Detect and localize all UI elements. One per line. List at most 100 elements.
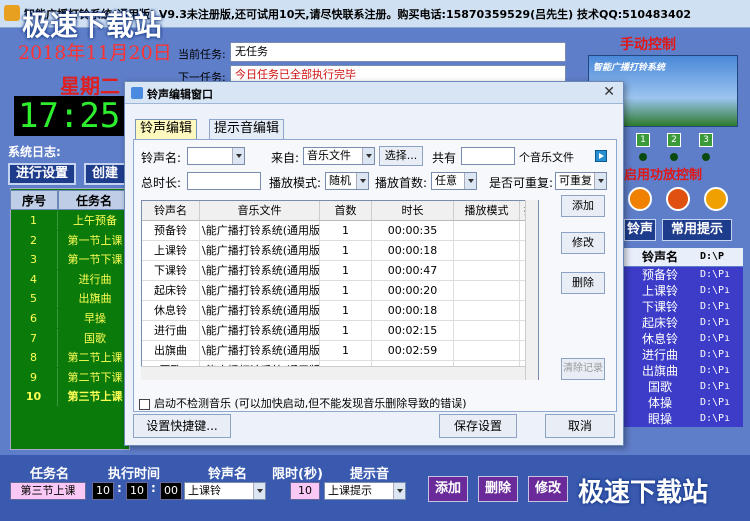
grid-row[interactable]: 起床铃\能广播打铃系统(通用版)\音100:00:20: [142, 281, 538, 301]
grid-row[interactable]: 出旗曲\能广播打铃系统(通用版)\音100:02:59: [142, 341, 538, 361]
tab-common-prompt[interactable]: 常用提示: [662, 219, 732, 241]
repeat-value: 可重复: [559, 174, 592, 187]
watermark-bottom: 极速下载站: [578, 478, 709, 508]
time-sep-1: :: [117, 481, 122, 495]
channel-check-3[interactable]: 3: [699, 133, 713, 147]
right-item-path: D:\Pı: [700, 317, 731, 328]
schedule-row-name: 早操: [84, 312, 106, 325]
chevron-down-icon: [362, 148, 374, 164]
pause-button[interactable]: [628, 187, 652, 211]
schedule-row[interactable]: 1 上午预备: [10, 211, 130, 230]
dialog-clear-button[interactable]: 清除记录: [561, 358, 605, 380]
grid-cell-count: 1: [320, 281, 372, 301]
grid-cell-mode: [454, 281, 520, 301]
dialog-delete-button[interactable]: 删除: [561, 272, 605, 294]
grid-cell-duration: 00:00:18: [372, 301, 454, 321]
right-list-item[interactable]: 下课铃 D:\Pı: [624, 299, 743, 315]
right-item-name: 出旗曲: [641, 364, 678, 378]
right-list-item[interactable]: 上课铃 D:\Pı: [624, 283, 743, 299]
skip-check-checkbox[interactable]: [139, 398, 150, 410]
current-task-label: 当前任务:: [178, 48, 226, 61]
grid-cell-file: \能广播打铃系统(通用版)\音: [200, 261, 320, 281]
grid-row[interactable]: 下课铃\能广播打铃系统(通用版)\音100:00:47: [142, 261, 538, 281]
schedule-row-no: 3: [10, 250, 58, 270]
minute-input[interactable]: 10: [126, 482, 148, 500]
duration-field[interactable]: [187, 172, 261, 190]
schedule-row-name: 第一节下课: [67, 253, 123, 267]
ring-edit-dialog: 铃声编辑窗口 ✕ 铃声编辑 提示音编辑 铃声名: 来自: 音乐文件 选择... …: [124, 81, 624, 446]
right-list-item[interactable]: 预备铃 D:\Pı: [624, 267, 743, 283]
right-item-path: D:\Pı: [700, 397, 731, 408]
source-select[interactable]: 音乐文件: [303, 147, 375, 165]
create-button[interactable]: 创建: [84, 163, 126, 185]
limit-input[interactable]: 10: [290, 482, 320, 500]
bottom-edit-button[interactable]: 修改: [528, 476, 568, 502]
ring-grid: 铃声名 音乐文件 首数 时长 播放模式 播放 预备铃\能广播打铃系统(通用版)\…: [141, 200, 539, 380]
save-settings-button[interactable]: 保存设置: [439, 414, 517, 438]
right-list-item[interactable]: 眼操 D:\Pı: [624, 411, 743, 427]
skip-check-row[interactable]: 启动不检测音乐 (可以加快启动,但不能发现音乐删除导致的错误): [139, 395, 467, 411]
right-item-path: D:\Pı: [700, 285, 731, 296]
choose-file-button[interactable]: 选择...: [379, 146, 423, 166]
grid-header-mode: 播放模式: [454, 201, 520, 221]
tab-ring-edit[interactable]: 铃声编辑: [135, 119, 198, 139]
grid-cell-mode: [454, 241, 520, 261]
close-icon[interactable]: ✕: [603, 84, 615, 100]
prompt-select-value: 上课提示: [328, 484, 372, 497]
prompt-select[interactable]: 上课提示: [324, 482, 406, 500]
play-count-select[interactable]: 任意: [431, 172, 477, 190]
label-prompt: 提示音: [350, 467, 390, 482]
grid-vertical-scrollbar[interactable]: [525, 200, 538, 380]
schedule-row[interactable]: 8 第二节上课: [10, 348, 130, 368]
bottom-delete-button[interactable]: 删除: [478, 476, 518, 502]
dialog-add-button[interactable]: 添加: [561, 195, 605, 217]
channel-check-1[interactable]: 1: [636, 133, 650, 147]
schedule-row[interactable]: 6 早操: [10, 309, 130, 328]
right-list-item[interactable]: 国歌 D:\Pı: [624, 379, 743, 395]
grid-row[interactable]: 休息铃\能广播打铃系统(通用版)\音100:00:18: [142, 301, 538, 321]
record-button[interactable]: [704, 187, 728, 211]
tab-ring[interactable]: 铃声: [624, 219, 656, 241]
right-item-name: 起床铃: [641, 316, 678, 330]
repeat-select[interactable]: 可重复: [555, 172, 607, 190]
right-list-item[interactable]: 出旗曲 D:\Pı: [624, 363, 743, 379]
run-settings-button[interactable]: 进行设置: [8, 163, 76, 185]
right-list-item[interactable]: 休息铃 D:\Pı: [624, 331, 743, 347]
tab-prompt-edit[interactable]: 提示音编辑: [209, 119, 285, 139]
cancel-button[interactable]: 取消: [545, 414, 615, 438]
right-item-path: D:\Pı: [700, 365, 731, 376]
bottom-add-button[interactable]: 添加: [428, 476, 468, 502]
label-ring-name: 铃声名: [208, 467, 248, 482]
schedule-row[interactable]: 2 第一节上课: [10, 230, 130, 250]
dialog-edit-button[interactable]: 修改: [561, 232, 605, 254]
stop-button[interactable]: [666, 187, 690, 211]
schedule-row[interactable]: 3 第一节下课: [10, 250, 130, 270]
set-shortcut-button[interactable]: 设置快捷键...: [133, 414, 231, 438]
task-name-input[interactable]: 第三节上课: [10, 482, 86, 500]
channel-check-2[interactable]: 2: [667, 133, 681, 147]
second-input[interactable]: 00: [160, 482, 182, 500]
play-icon[interactable]: [595, 150, 607, 162]
grid-row[interactable]: 上课铃\能广播打铃系统(通用版)\音100:00:18: [142, 241, 538, 261]
right-list-item[interactable]: 起床铃 D:\Pı: [624, 315, 743, 331]
schedule-row[interactable]: 4 进行曲: [10, 269, 130, 289]
schedule-row[interactable]: 9 第二节下课: [10, 367, 130, 387]
right-list-item[interactable]: 体操 D:\Pı: [624, 395, 743, 411]
grid-cell-name: 预备铃: [142, 221, 200, 241]
grid-horizontal-scrollbar[interactable]: [141, 366, 525, 380]
ring-select[interactable]: 上课铃: [184, 482, 266, 500]
play-mode-select[interactable]: 随机: [325, 172, 369, 190]
hour-input[interactable]: 10: [92, 482, 114, 500]
right-list-item[interactable]: 进行曲 D:\Pı: [624, 347, 743, 363]
music-count-field[interactable]: [461, 147, 515, 165]
grid-row[interactable]: 进行曲\能广播打铃系统(通用版)\音100:02:15: [142, 321, 538, 341]
grid-row[interactable]: 预备铃\能广播打铃系统(通用版)\音100:00:35: [142, 221, 538, 241]
schedule-row-no: 7: [10, 328, 58, 348]
schedule-row[interactable]: 5 出旗曲: [10, 289, 130, 309]
schedule-row[interactable]: 7 国歌: [10, 328, 130, 348]
schedule-row[interactable]: 10 第三节上课: [10, 387, 130, 407]
total-label: 共有: [432, 151, 457, 165]
right-item-name: 下课铃: [641, 300, 678, 314]
chevron-down-icon: [253, 483, 265, 499]
ring-name-select[interactable]: [187, 147, 245, 165]
